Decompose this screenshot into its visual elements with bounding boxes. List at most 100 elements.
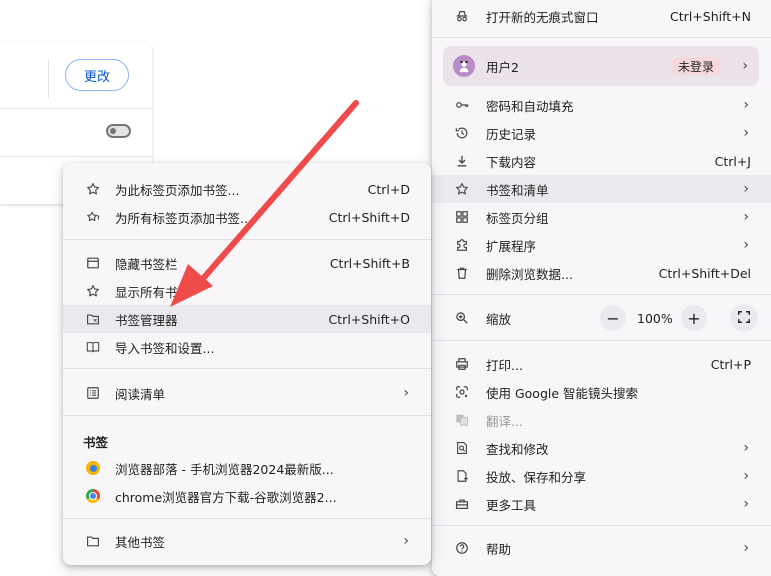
chevron-right-icon: ›: [743, 181, 749, 197]
menu-separator: [63, 415, 431, 416]
settings-toggle[interactable]: [106, 124, 131, 138]
chevron-right-icon: ›: [743, 468, 749, 484]
menu-item-label: 浏览器部落 - 手机浏览器2024最新版...: [115, 461, 334, 477]
menu-item-label: 删除浏览数据...: [486, 266, 573, 282]
bookmarks-section-title: 书签: [83, 435, 109, 450]
menu-separator: [432, 294, 771, 295]
print-icon: [454, 356, 470, 372]
menu-item-label: 导入书签和设置...: [115, 340, 215, 356]
shortcut: Ctrl+Shift+D: [328, 209, 410, 225]
bookmark-item[interactable]: 浏览器部落 - 手机浏览器2024最新版...: [63, 454, 431, 482]
trash-icon: [454, 265, 470, 281]
chevron-right-icon: ›: [742, 58, 748, 74]
menu-item-passwords[interactable]: 密码和自动填充 ›: [432, 91, 771, 119]
lens-icon: [454, 384, 470, 400]
menu-item-more-tools[interactable]: 更多工具 ›: [432, 490, 771, 518]
bookmark-item[interactable]: chrome浏览器官方下载-谷歌浏览器2...: [63, 482, 431, 510]
menu-item-label: 阅读清单: [115, 386, 166, 402]
extension-icon: [454, 237, 470, 253]
bookmarks-submenu: 为此标签页添加书签... Ctrl+D 为所有标签页添加书签... Ctrl+S…: [63, 163, 431, 565]
menu-item-cast[interactable]: 投放、保存和分享 ›: [432, 462, 771, 490]
menu-item-label: 使用 Google 智能镜头搜索: [486, 385, 639, 401]
menu-item-history[interactable]: 历史记录 ›: [432, 119, 771, 147]
menu-item-lens[interactable]: 使用 Google 智能镜头搜索: [432, 378, 771, 406]
toolbox-icon: [454, 496, 470, 512]
card-divider: [0, 156, 152, 157]
chevron-right-icon: ›: [743, 209, 749, 225]
shortcut: Ctrl+Shift+B: [329, 255, 410, 271]
chrome-icon: [85, 488, 101, 504]
submenu-item-hide-bar[interactable]: 隐藏书签栏 Ctrl+Shift+B: [63, 249, 431, 277]
menu-item-translate[interactable]: 翻译...: [432, 406, 771, 434]
menu-separator: [63, 239, 431, 240]
star-icon: [85, 181, 101, 197]
menu-item-label: 密码和自动填充: [486, 98, 574, 114]
menu-item-label: 翻译...: [486, 413, 523, 429]
chevron-right-icon: ›: [743, 125, 749, 141]
menu-item-label: 更多工具: [486, 497, 537, 513]
submenu-item-reading-list[interactable]: 阅读清单 ›: [63, 379, 431, 407]
fullscreen-button[interactable]: [730, 304, 758, 332]
profile-row[interactable]: 用户2 未登录 ›: [443, 46, 759, 86]
submenu-item-manager[interactable]: 书签管理器 Ctrl+Shift+O: [63, 305, 431, 333]
menu-separator: [432, 525, 771, 526]
share-icon: [454, 468, 470, 484]
menu-separator: [63, 518, 431, 519]
menu-item-bookmarks[interactable]: 书签和清单 ›: [432, 175, 771, 203]
find-icon: [454, 440, 470, 456]
menu-item-help[interactable]: 帮助 ›: [432, 534, 771, 562]
menu-item-label: 下载内容: [486, 154, 537, 170]
shortcut: Ctrl+J: [714, 153, 751, 169]
folder-icon: [85, 533, 101, 549]
menu-item-find[interactable]: 查找和修改 ›: [432, 434, 771, 462]
star-stack-icon: [85, 209, 101, 225]
reading-list-icon: [85, 385, 101, 401]
star-icon: [85, 283, 101, 299]
menu-item-incognito[interactable]: 打开新的无痕式窗口 Ctrl+Shift+N: [432, 2, 771, 30]
menu-item-clear-data[interactable]: 删除浏览数据... Ctrl+Shift+Del: [432, 259, 771, 287]
submenu-item-show-all[interactable]: 显示所有书: [63, 277, 431, 305]
help-icon: [454, 540, 470, 556]
fullscreen-icon: [737, 310, 751, 327]
menu-item-downloads[interactable]: 下载内容 Ctrl+J: [432, 147, 771, 175]
menu-item-print[interactable]: 打印... Ctrl+P: [432, 350, 771, 378]
submenu-item-other-bookmarks[interactable]: 其他书签 ›: [63, 527, 431, 555]
chevron-right-icon: ›: [743, 440, 749, 456]
submenu-item-import[interactable]: 导入书签和设置...: [63, 333, 431, 361]
menu-item-label: 缩放: [486, 311, 512, 327]
site-favicon: [85, 460, 101, 476]
submenu-item-add-all[interactable]: 为所有标签页添加书签... Ctrl+Shift+D: [63, 203, 431, 231]
shortcut: Ctrl+Shift+Del: [658, 265, 751, 281]
menu-item-label: 帮助: [486, 541, 512, 557]
zoom-icon: [454, 310, 470, 326]
menu-item-label: 显示所有书: [115, 284, 178, 300]
bookmark-bar-icon: [85, 255, 101, 271]
zoom-level: 100%: [637, 311, 673, 326]
menu-item-label: 打开新的无痕式窗口: [486, 9, 599, 25]
change-button[interactable]: 更改: [65, 59, 129, 91]
card-divider: [48, 60, 49, 98]
star-icon: [454, 181, 470, 197]
chevron-right-icon: ›: [403, 385, 409, 401]
menu-item-label: 隐藏书签栏: [115, 256, 178, 272]
zoom-out-button[interactable]: −: [600, 305, 626, 331]
menu-item-label: chrome浏览器官方下载-谷歌浏览器2...: [115, 489, 337, 505]
tab-groups-icon: [454, 209, 470, 225]
menu-item-extensions[interactable]: 扩展程序 ›: [432, 231, 771, 259]
shortcut: Ctrl+D: [367, 181, 410, 197]
menu-separator: [432, 37, 771, 38]
translate-icon: [454, 412, 470, 428]
chevron-right-icon: ›: [743, 496, 749, 512]
zoom-in-button[interactable]: +: [681, 305, 707, 331]
bookmark-manager-icon: [85, 311, 101, 327]
menu-item-label: 投放、保存和分享: [486, 469, 587, 485]
chevron-right-icon: ›: [743, 237, 749, 253]
submenu-item-add-this[interactable]: 为此标签页添加书签... Ctrl+D: [63, 175, 431, 203]
menu-item-tab-groups[interactable]: 标签页分组 ›: [432, 203, 771, 231]
card-divider: [0, 108, 152, 109]
menu-item-label: 历史记录: [486, 126, 537, 142]
profile-name: 用户2: [486, 59, 519, 75]
avatar: [453, 55, 475, 77]
chevron-right-icon: ›: [743, 540, 749, 556]
menu-item-label: 扩展程序: [486, 238, 537, 254]
